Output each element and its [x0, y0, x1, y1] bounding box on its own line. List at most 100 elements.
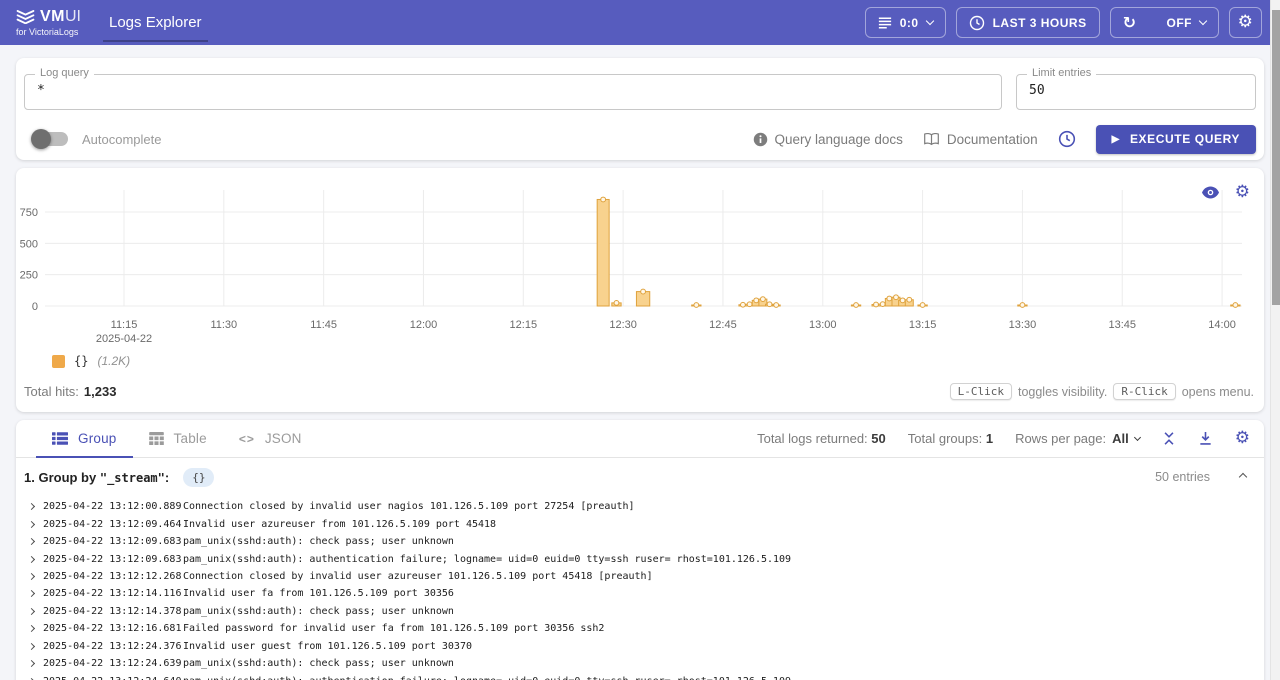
expand-row-icon[interactable]	[28, 573, 35, 580]
legend-item[interactable]: {} (1.2K)	[52, 354, 130, 368]
tab-json[interactable]: <> JSON	[223, 420, 318, 457]
expand-row-icon[interactable]	[28, 503, 35, 510]
view-list-icon	[52, 432, 68, 445]
time-range-label: LAST 3 HOURS	[993, 16, 1087, 30]
svg-text:0: 0	[32, 301, 38, 313]
log-row-message: pam_unix(sshd:auth): check pass; user un…	[183, 658, 454, 669]
log-row[interactable]: 2025-04-22 13:12:24.639pam_unix(sshd:aut…	[16, 655, 1264, 672]
log-query-label: Log query	[35, 67, 94, 79]
results-settings-button[interactable]: ⚙	[1235, 430, 1250, 447]
scrollbar-thumb[interactable]	[1272, 10, 1280, 305]
log-row[interactable]: 2025-04-22 13:12:09.464Invalid user azur…	[16, 515, 1264, 532]
rclick-kbd: R-Click	[1113, 383, 1175, 400]
tab-table[interactable]: Table	[133, 420, 223, 457]
book-icon	[923, 132, 940, 146]
log-row[interactable]: 2025-04-22 13:12:24.640pam_unix(sshd:aut…	[16, 672, 1264, 680]
eye-icon[interactable]	[1202, 186, 1219, 199]
tenant-value: 0:0	[900, 16, 919, 30]
log-row-message: Connection closed by invalid user azureu…	[183, 571, 653, 582]
log-row-message: Invalid user fa from 101.126.5.109 port …	[183, 588, 454, 599]
time-range-button[interactable]: LAST 3 HOURS	[956, 7, 1100, 38]
expand-row-icon[interactable]	[28, 555, 35, 562]
log-row-timestamp: 2025-04-22 13:12:12.268	[43, 571, 183, 582]
log-row-message: Failed password for invalid user fa from…	[183, 623, 604, 634]
legend-hints: L-Click toggles visibility. R-Click open…	[950, 383, 1254, 400]
log-row[interactable]: 2025-04-22 13:12:00.889Connection closed…	[16, 498, 1264, 515]
download-logs-button[interactable]	[1198, 431, 1213, 446]
expand-row-icon[interactable]	[28, 538, 35, 545]
tenant-selector[interactable]: 0:0	[865, 7, 946, 38]
documentation-link[interactable]: Documentation	[923, 132, 1038, 147]
expand-row-icon[interactable]	[28, 521, 35, 528]
svg-text:13:30: 13:30	[1009, 319, 1037, 331]
log-row[interactable]: 2025-04-22 13:12:14.116Invalid user fa f…	[16, 585, 1264, 602]
log-row[interactable]: 2025-04-22 13:12:12.268Connection closed…	[16, 568, 1264, 585]
svg-text:500: 500	[20, 238, 38, 250]
vmui-logo[interactable]: VMUI for VictoriaLogs	[16, 9, 81, 37]
svg-text:250: 250	[20, 270, 38, 282]
execute-query-button[interactable]: ▶ EXECUTE QUERY	[1096, 125, 1256, 154]
query-language-docs-link[interactable]: Query language docs	[753, 132, 903, 147]
log-row-timestamp: 2025-04-22 13:12:14.378	[43, 606, 183, 617]
logo-tagline: for VictoriaLogs	[16, 28, 81, 37]
total-hits-label: Total hits:	[24, 384, 79, 399]
expand-row-icon[interactable]	[28, 643, 35, 650]
rows-per-page-value: All	[1112, 431, 1129, 446]
compress-rows-button[interactable]	[1162, 431, 1176, 446]
hits-bar-chart[interactable]: 025050075011:152025-04-2211:3011:4512:00…	[16, 182, 1264, 348]
expand-row-icon[interactable]	[28, 660, 35, 667]
gear-icon: ⚙	[1238, 14, 1254, 31]
rows-per-page-select[interactable]: Rows per page: All	[1015, 431, 1140, 446]
log-row-timestamp: 2025-04-22 13:12:24.639	[43, 658, 183, 669]
expand-row-icon[interactable]	[28, 625, 35, 632]
log-row[interactable]: 2025-04-22 13:12:09.683pam_unix(sshd:aut…	[16, 533, 1264, 550]
autocomplete-toggle[interactable]	[34, 132, 68, 146]
query-history-icon[interactable]	[1058, 130, 1076, 148]
log-query-value: *	[37, 83, 45, 98]
log-row[interactable]: 2025-04-22 13:12:16.681Failed password f…	[16, 620, 1264, 637]
log-row-message: Connection closed by invalid user nagios…	[183, 501, 635, 512]
log-row-timestamp: 2025-04-22 13:12:09.683	[43, 536, 183, 547]
total-hits-value: 1,233	[84, 384, 117, 399]
hits-summary-row: Total hits: 1,233 L-Click toggles visibi…	[24, 383, 1254, 400]
chevron-down-icon	[1199, 17, 1207, 25]
results-panel: Group Table <> JSON Total logs returned:…	[16, 420, 1264, 680]
expand-row-icon[interactable]	[28, 608, 35, 615]
execute-query-label: EXECUTE QUERY	[1130, 132, 1240, 146]
svg-text:12:00: 12:00	[410, 319, 438, 331]
expand-row-icon[interactable]	[28, 590, 35, 597]
log-row[interactable]: 2025-04-22 13:12:09.683pam_unix(sshd:aut…	[16, 550, 1264, 567]
log-row-timestamp: 2025-04-22 13:12:24.640	[43, 676, 183, 680]
collapse-group-icon[interactable]	[1239, 473, 1247, 481]
legend-series-count: (1.2K)	[97, 354, 130, 368]
entries-count: 50 entries	[1155, 470, 1210, 484]
tab-group[interactable]: Group	[36, 420, 133, 457]
group-title: 1. Group by "_stream":	[24, 470, 169, 485]
limit-entries-input[interactable]: Limit entries 50	[1016, 74, 1256, 110]
app-header: VMUI for VictoriaLogs Logs Explorer 0:0 …	[0, 0, 1280, 45]
autorefresh-control[interactable]: ↻ OFF	[1110, 7, 1219, 38]
chart-settings-gear-icon[interactable]: ⚙	[1235, 184, 1250, 201]
limit-entries-label: Limit entries	[1027, 67, 1096, 79]
total-groups-value: 1	[986, 431, 993, 446]
table-icon	[149, 432, 164, 445]
global-settings-button[interactable]: ⚙	[1229, 7, 1262, 38]
collapse-icon	[1162, 431, 1176, 446]
query-actions-row: Autocomplete Query language docs Documen…	[24, 124, 1256, 154]
stream-badge[interactable]: {}	[183, 468, 214, 487]
tab-group-label: Group	[78, 431, 117, 446]
lclick-kbd: L-Click	[950, 383, 1012, 400]
svg-text:750: 750	[20, 207, 38, 219]
download-icon	[1198, 431, 1213, 446]
svg-text:14:00: 14:00	[1208, 319, 1236, 331]
log-row[interactable]: 2025-04-22 13:12:24.376Invalid user gues…	[16, 638, 1264, 655]
scrollbar-track[interactable]	[1270, 0, 1280, 680]
query-docs-label: Query language docs	[775, 132, 903, 147]
header-controls: 0:0 LAST 3 HOURS ↻ OFF ⚙	[865, 7, 1262, 38]
svg-text:11:45: 11:45	[310, 319, 337, 331]
tab-logs-explorer[interactable]: Logs Explorer	[103, 0, 208, 45]
logo-brand: VM	[40, 8, 65, 25]
log-row[interactable]: 2025-04-22 13:12:14.378pam_unix(sshd:aut…	[16, 603, 1264, 620]
log-query-input[interactable]: Log query *	[24, 74, 1002, 110]
svg-text:11:15: 11:15	[111, 319, 138, 331]
